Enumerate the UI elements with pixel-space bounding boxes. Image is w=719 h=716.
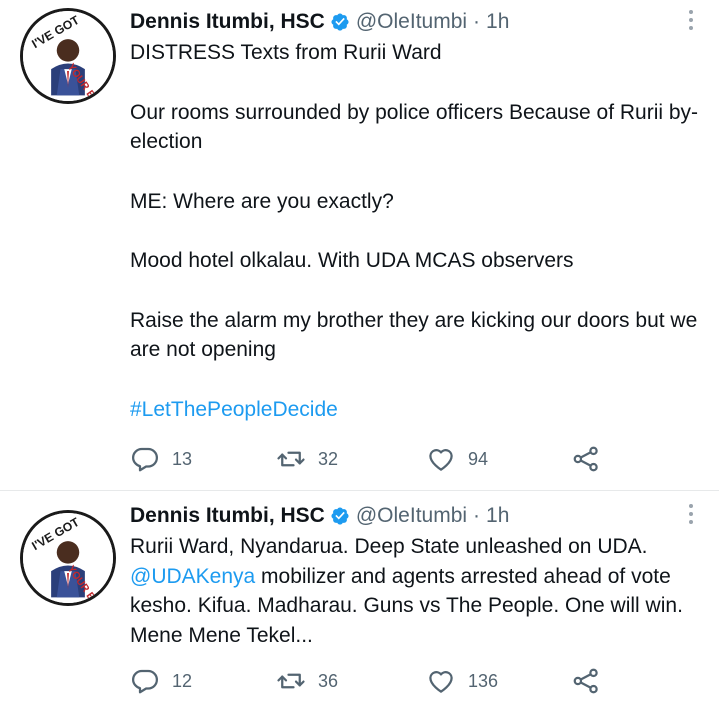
retweet-icon	[277, 451, 305, 467]
like-icon	[429, 449, 453, 471]
like-button[interactable]: 94	[426, 444, 571, 474]
tweet-header: Dennis Itumbi, HSC @OleItumbi · 1h	[130, 8, 699, 36]
retweet-button[interactable]: 32	[276, 444, 426, 474]
retweet-count: 36	[318, 670, 339, 691]
reply-count: 12	[172, 670, 193, 691]
verified-badge-icon	[330, 506, 350, 526]
like-count: 94	[468, 448, 489, 469]
verified-badge-icon	[330, 12, 350, 32]
more-icon[interactable]	[683, 504, 699, 524]
avatar-image: I'VE GOT YOUR BACK	[23, 11, 113, 101]
tweet-content: Dennis Itumbi, HSC @OleItumbi · 1h Rurii…	[130, 502, 699, 694]
retweet-icon	[277, 673, 305, 689]
tweet-paragraph: Our rooms surrounded by police officers …	[130, 100, 699, 154]
like-count: 136	[468, 670, 499, 691]
mention-link[interactable]: @UDAKenya	[130, 565, 255, 588]
tweet-content: Dennis Itumbi, HSC @OleItumbi · 1h DISTR…	[130, 8, 699, 472]
avatar-image: I'VE GOT YOUR BACK	[23, 513, 113, 603]
reply-icon	[132, 669, 158, 694]
tweet-text: DISTRESS Texts from Rurii Ward Our rooms…	[130, 38, 699, 424]
timestamp[interactable]: 1h	[486, 8, 509, 36]
tweet-paragraph: ME: Where are you exactly?	[130, 189, 394, 213]
avatar[interactable]: I'VE GOT YOUR BACK	[20, 8, 116, 104]
tweet-paragraph: Raise the alarm my brother they are kick…	[130, 308, 698, 362]
tweet-text: Rurii Ward, Nyandarua. Deep State unleas…	[130, 532, 699, 650]
retweet-count: 32	[318, 448, 339, 469]
tweet-text-part: Rurii Ward, Nyandarua. Deep State unleas…	[130, 535, 648, 558]
more-icon[interactable]	[683, 10, 699, 30]
like-button[interactable]: 136	[426, 666, 571, 696]
author-handle[interactable]: @OleItumbi	[356, 502, 467, 530]
tweet[interactable]: I'VE GOT YOUR BACK Dennis Itumbi, HSC @O…	[0, 491, 719, 716]
tweet-header: Dennis Itumbi, HSC @OleItumbi · 1h	[130, 502, 699, 530]
reply-button[interactable]: 13	[130, 444, 276, 474]
separator: ·	[473, 504, 481, 527]
share-button[interactable]	[571, 666, 601, 696]
like-icon	[429, 671, 453, 693]
tweet-paragraph: DISTRESS Texts from Rurii Ward	[130, 41, 442, 64]
tweet-actions: 13 32 94	[130, 444, 601, 474]
tweet-paragraph: Mood hotel olkalau. With UDA MCAS observ…	[130, 249, 574, 272]
share-icon	[573, 446, 598, 472]
reply-icon	[132, 447, 158, 472]
hashtag-link[interactable]: #LetThePeopleDecide	[130, 398, 338, 421]
author-name[interactable]: Dennis Itumbi, HSC	[130, 8, 325, 36]
separator: ·	[473, 10, 481, 33]
tweet[interactable]: I'VE GOT YOUR BACK Dennis Itumbi, HSC @O…	[0, 0, 719, 490]
tweet-actions: 12 36 136	[130, 666, 601, 696]
author-name[interactable]: Dennis Itumbi, HSC	[130, 502, 325, 530]
author-handle[interactable]: @OleItumbi	[356, 8, 467, 36]
reply-button[interactable]: 12	[130, 666, 276, 696]
reply-count: 13	[172, 448, 193, 469]
avatar[interactable]: I'VE GOT YOUR BACK	[20, 510, 116, 606]
timestamp[interactable]: 1h	[486, 502, 509, 530]
retweet-button[interactable]: 36	[276, 666, 426, 696]
share-icon	[573, 668, 598, 694]
share-button[interactable]	[571, 444, 601, 474]
